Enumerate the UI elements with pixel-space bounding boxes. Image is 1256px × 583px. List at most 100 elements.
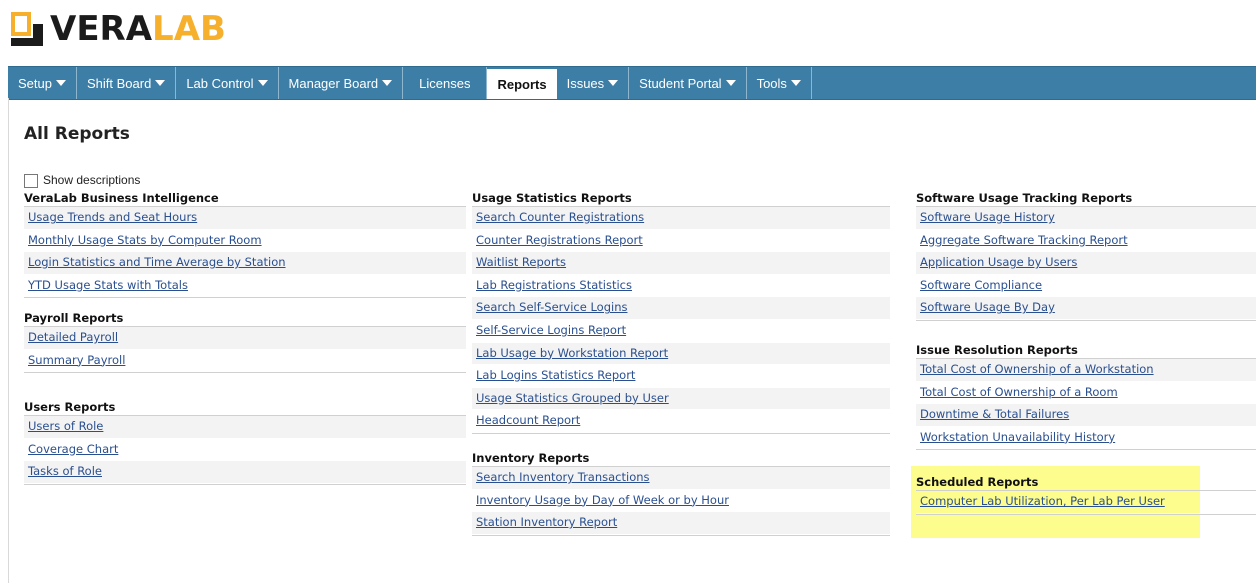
report-link[interactable]: Search Counter Registrations (476, 210, 644, 224)
caret-down-icon (608, 80, 619, 86)
report-row: Waitlist Reports (472, 252, 890, 275)
section-divider (24, 483, 466, 485)
section-title: Users Reports (24, 399, 466, 416)
report-link[interactable]: Tasks of Role (28, 464, 102, 478)
report-row: Usage Trends and Seat Hours (24, 207, 466, 230)
section-divider (24, 372, 466, 374)
report-link[interactable]: Lab Logins Statistics Report (476, 368, 635, 382)
section-divider (472, 432, 890, 434)
section-title: Scheduled Reports (916, 474, 1256, 491)
report-link[interactable]: Workstation Unavailability History (920, 430, 1115, 444)
report-link[interactable]: Downtime & Total Failures (920, 407, 1069, 421)
section-title: VeraLab Business Intelligence (24, 190, 466, 207)
page-title: All Reports (24, 124, 130, 144)
report-row: Self-Service Logins Report (472, 319, 890, 343)
section-divider (472, 534, 890, 536)
report-row: Downtime & Total Failures (916, 404, 1256, 427)
report-link[interactable]: Search Self-Service Logins (476, 300, 627, 314)
report-link[interactable]: Total Cost of Ownership of a Workstation (920, 362, 1154, 376)
report-row: Application Usage by Users (916, 252, 1256, 275)
report-link[interactable]: Detailed Payroll (28, 330, 118, 344)
nav-tools[interactable]: Tools (747, 67, 812, 99)
caret-down-icon (725, 80, 736, 86)
section-divider (24, 297, 466, 299)
report-link[interactable]: Computer Lab Utilization, Per Lab Per Us… (920, 494, 1165, 508)
report-row: Lab Usage by Workstation Report (472, 342, 890, 366)
nav-label: Licenses (419, 75, 471, 91)
report-row: Login Statistics and Time Average by Sta… (24, 252, 466, 275)
report-row: Software Usage History (916, 207, 1256, 230)
nav-lab-control[interactable]: Lab Control (176, 67, 279, 99)
section-title: Usage Statistics Reports (472, 190, 890, 207)
section-title: Inventory Reports (472, 450, 890, 467)
nav-label: Manager Board (288, 75, 379, 91)
nav-label: Tools (756, 75, 787, 91)
report-link[interactable]: Usage Trends and Seat Hours (28, 210, 197, 224)
caret-down-icon (257, 80, 268, 86)
report-row: Inventory Usage by Day of Week or by Hou… (472, 489, 890, 513)
section-title: Software Usage Tracking Reports (916, 190, 1256, 207)
report-link[interactable]: Waitlist Reports (476, 255, 566, 269)
nav-licenses[interactable]: Licenses (403, 67, 488, 99)
show-descriptions-label: Show descriptions (43, 173, 141, 187)
report-section: VeraLab Business Intelligence Usage Trend… (24, 190, 466, 299)
report-row: Software Compliance (916, 274, 1256, 298)
nav-shift-board[interactable]: Shift Board (77, 67, 177, 99)
report-link[interactable]: Counter Registrations Report (476, 233, 643, 247)
report-link[interactable]: Coverage Chart (28, 442, 118, 456)
report-link[interactable]: Users of Role (28, 419, 103, 433)
report-link[interactable]: Inventory Usage by Day of Week or by Hou… (476, 493, 729, 507)
section-divider (916, 449, 1256, 451)
report-link[interactable]: Lab Usage by Workstation Report (476, 346, 668, 360)
report-link[interactable]: Summary Payroll (28, 353, 125, 367)
report-section: Usage Statistics Reports Search Counter R… (472, 190, 890, 434)
report-row: Total Cost of Ownership of a Workstation (916, 359, 1256, 382)
report-link[interactable]: Software Usage By Day (920, 300, 1055, 314)
report-link[interactable]: YTD Usage Stats with Totals (28, 278, 188, 292)
content-left-border (8, 98, 9, 583)
nav-label: Shift Board (86, 75, 152, 91)
veralab-logo[interactable]: VERALAB (10, 8, 226, 50)
report-section: Issue Resolution Reports Total Cost of Ow… (916, 342, 1256, 451)
report-link[interactable]: Software Compliance (920, 278, 1042, 292)
section-divider (916, 513, 1256, 515)
show-descriptions-toggle[interactable]: Show descriptions (24, 172, 140, 188)
report-link[interactable]: Search Inventory Transactions (476, 470, 650, 484)
nav-student-portal[interactable]: Student Portal (629, 67, 747, 99)
nav-reports[interactable]: Reports (487, 69, 557, 99)
report-section: Users Reports Users of Role Coverage Chart… (24, 399, 466, 485)
report-section: Software Usage Tracking Reports Software … (916, 190, 1256, 321)
logo-text: VERALAB (50, 9, 226, 49)
report-section: Payroll Reports Detailed Payroll Summary P… (24, 310, 466, 374)
report-row: Workstation Unavailability History (916, 426, 1256, 450)
report-link[interactable]: Usage Statistics Grouped by User (476, 391, 669, 405)
header: VERALAB (0, 0, 1256, 64)
report-row: Usage Statistics Grouped by User (472, 387, 890, 411)
report-link[interactable]: Software Usage History (920, 210, 1055, 224)
report-row: Lab Registrations Statistics (472, 274, 890, 298)
report-row: Summary Payroll (24, 349, 466, 373)
report-link[interactable]: Lab Registrations Statistics (476, 278, 632, 292)
report-link[interactable]: Total Cost of Ownership of a Room (920, 385, 1118, 399)
report-row: Lab Logins Statistics Report (472, 365, 890, 388)
report-link[interactable]: Monthly Usage Stats by Computer Room (28, 233, 262, 247)
report-link[interactable]: Station Inventory Report (476, 515, 617, 529)
report-link[interactable]: Aggregate Software Tracking Report (920, 233, 1128, 247)
section-divider (916, 319, 1256, 321)
nav-label: Student Portal (639, 75, 722, 91)
section-title: Payroll Reports (24, 310, 466, 327)
report-link[interactable]: Headcount Report (476, 413, 580, 427)
report-row: Search Counter Registrations (472, 207, 890, 230)
nav-setup[interactable]: Setup (8, 67, 77, 99)
report-row: Search Inventory Transactions (472, 467, 890, 490)
report-link[interactable]: Login Statistics and Time Average by Sta… (28, 255, 286, 269)
nav-issues[interactable]: Issues (557, 67, 630, 99)
report-link[interactable]: Application Usage by Users (920, 255, 1077, 269)
nav-label: Setup (18, 75, 52, 91)
caret-down-icon (382, 80, 393, 86)
show-descriptions-checkbox[interactable] (24, 174, 38, 188)
nav-manager-board[interactable]: Manager Board (279, 67, 404, 99)
main-nav: Setup Shift Board Lab Control Manager Board… (8, 66, 1256, 100)
report-link[interactable]: Self-Service Logins Report (476, 323, 626, 337)
report-row: YTD Usage Stats with Totals (24, 274, 466, 298)
